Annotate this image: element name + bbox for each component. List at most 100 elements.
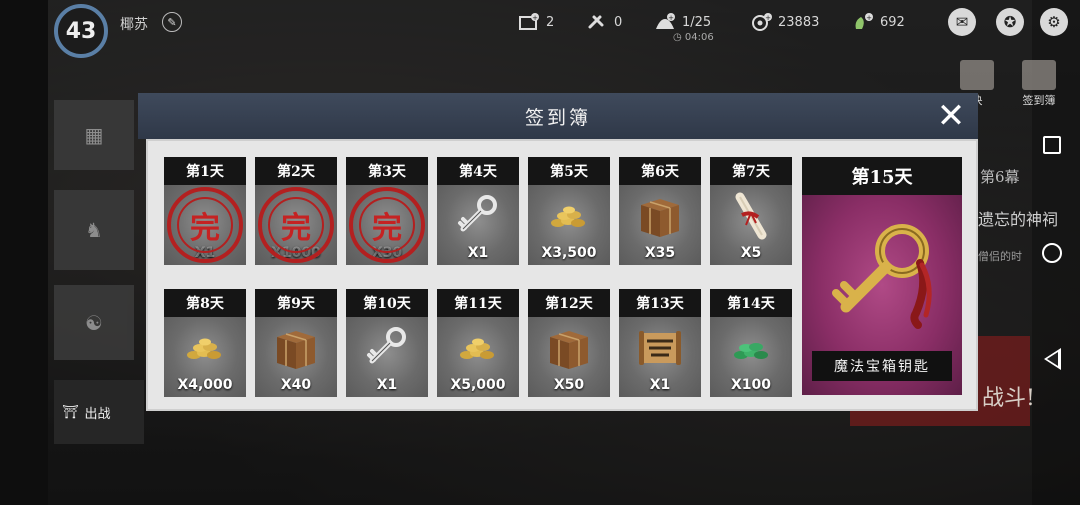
nav-meditate[interactable]: ☯	[54, 285, 134, 360]
nav-shop[interactable]: ▦	[54, 100, 134, 170]
medal-icon: ✪	[1003, 13, 1017, 31]
stat-gems-value: 692	[880, 14, 905, 30]
day-cell[interactable]: 第5天 X3,500	[528, 157, 610, 265]
day-cell[interactable]: 第7天 X5	[710, 157, 792, 265]
day-label: 第4天	[437, 157, 519, 185]
day-reward: X50	[528, 317, 610, 397]
claimed-stamp-text: 完	[268, 197, 324, 253]
day-cell[interactable]: 第11天 X5,000	[437, 289, 519, 397]
day-label: 第3天	[346, 157, 428, 185]
tools-icon	[588, 15, 604, 29]
reward-quantity: X5	[740, 245, 762, 261]
day-cell[interactable]: 第8天 X4,000	[164, 289, 246, 397]
mail-button[interactable]: ✉	[948, 8, 976, 36]
grand-prize-day: 第15天	[802, 157, 962, 195]
mail-icon: ✉	[955, 13, 969, 31]
day-cell[interactable]: 第2天 X1000 完	[255, 157, 337, 265]
day-cell[interactable]: 第14天 X100	[710, 289, 792, 397]
stat-coins[interactable]: + 23883	[750, 13, 819, 31]
stat-gems[interactable]: + 692	[852, 13, 905, 31]
side-item-a-image	[960, 60, 994, 90]
reward-quantity: X100	[730, 377, 772, 393]
stat-team[interactable]: + 1/25	[654, 13, 711, 31]
team-plus-icon: +	[656, 13, 675, 29]
svg-text:+: +	[866, 14, 872, 22]
day-label: 第1天	[164, 157, 246, 185]
day-reward: X100	[710, 317, 792, 397]
settings-button[interactable]: ⚙	[1040, 8, 1068, 36]
day-label: 第10天	[346, 289, 428, 317]
claimed-stamp-icon: 完	[167, 187, 243, 263]
day-reward: X5,000	[437, 317, 519, 397]
shop-icon: ▦	[84, 123, 104, 147]
depart-button[interactable]: ⛩ 出战	[54, 380, 144, 444]
day-label: 第7天	[710, 157, 792, 185]
recent-apps-icon[interactable]	[1043, 136, 1061, 154]
stat-tools-value: 0	[614, 14, 623, 30]
day-cell[interactable]: 第3天 X30 完	[346, 157, 428, 265]
chapter-label: 第6幕	[980, 168, 1020, 186]
reward-quantity: X1	[467, 245, 489, 261]
grand-prize-body: 魔法宝箱钥匙	[802, 195, 962, 395]
stat-tools[interactable]: 0	[586, 13, 622, 31]
player-name: 椰苏	[120, 17, 148, 33]
stat-team-value: 1/25	[682, 14, 712, 30]
stage-subtitle: 僧侣的时	[978, 250, 1022, 263]
day-reward: X1 完	[164, 185, 246, 265]
claimed-stamp-text: 完	[177, 197, 233, 253]
achievements-button[interactable]: ✪	[996, 8, 1024, 36]
player-level-badge[interactable]: 43	[54, 4, 108, 58]
svg-text:+: +	[668, 14, 674, 22]
fight-button-label[interactable]: 战斗!	[982, 380, 1035, 412]
stat-flags-value: 2	[546, 14, 555, 30]
day-label: 第14天	[710, 289, 792, 317]
day-reward: X30 完	[346, 185, 428, 265]
player-level: 43	[65, 18, 97, 44]
day-cell[interactable]: 第1天 X1 完	[164, 157, 246, 265]
stat-coins-value: 23883	[778, 14, 820, 30]
golden-key-icon	[832, 224, 932, 329]
reward-quantity: X1	[649, 377, 671, 393]
close-icon: ✕	[936, 96, 966, 136]
claimed-stamp-icon: 完	[349, 187, 425, 263]
reward-quantity: X1	[376, 377, 398, 393]
crate-icon	[544, 323, 594, 373]
day-cell[interactable]: 第9天 X40	[255, 289, 337, 397]
stat-flags[interactable]: + 2	[518, 13, 554, 31]
claimed-stamp-text: 完	[359, 197, 415, 253]
key-icon	[453, 191, 503, 241]
nav-hero[interactable]: ♞	[54, 190, 134, 270]
day-label: 第5天	[528, 157, 610, 185]
hero-icon: ♞	[85, 218, 103, 242]
day-label: 第6天	[619, 157, 701, 185]
day-cell[interactable]: 第10天 X1	[346, 289, 428, 397]
day-label: 第11天	[437, 289, 519, 317]
edit-name-icon[interactable]: ✎	[162, 12, 182, 32]
day-label: 第2天	[255, 157, 337, 185]
claimed-stamp-icon: 完	[258, 187, 334, 263]
close-button[interactable]: ✕	[934, 99, 968, 133]
meditate-icon: ☯	[85, 310, 103, 335]
home-icon[interactable]	[1042, 243, 1062, 263]
clock-icon: ◷	[673, 32, 682, 43]
left-edge	[0, 0, 48, 505]
day-reward: X4,000	[164, 317, 246, 397]
reward-quantity: X35	[644, 245, 676, 261]
day-cell[interactable]: 第4天 X1	[437, 157, 519, 265]
depart-label: 出战	[84, 406, 111, 422]
reward-quantity: X3,500	[541, 245, 597, 261]
back-icon-inner	[1047, 352, 1058, 366]
coins-icon	[544, 191, 594, 241]
checkin-shortcut-image	[1022, 60, 1056, 90]
checkin-shortcut[interactable]: 签到簿	[1016, 60, 1062, 110]
grand-prize-cell[interactable]: 第15天 魔法宝箱钥匙	[802, 157, 962, 395]
map-icon	[635, 323, 685, 373]
day-reward: X40	[255, 317, 337, 397]
flag-plus-icon: +	[519, 13, 539, 30]
day-reward: X5	[710, 185, 792, 265]
top-bar: 43 椰苏 ✎ + 2 0 + 1/25 ◷ 04:06 + 23883 + 6…	[48, 0, 1080, 58]
day-cell[interactable]: 第6天 X35	[619, 157, 701, 265]
day-cell[interactable]: 第12天 X50	[528, 289, 610, 397]
day-cell[interactable]: 第13天 X1	[619, 289, 701, 397]
gem-plus-icon: +	[855, 13, 873, 29]
